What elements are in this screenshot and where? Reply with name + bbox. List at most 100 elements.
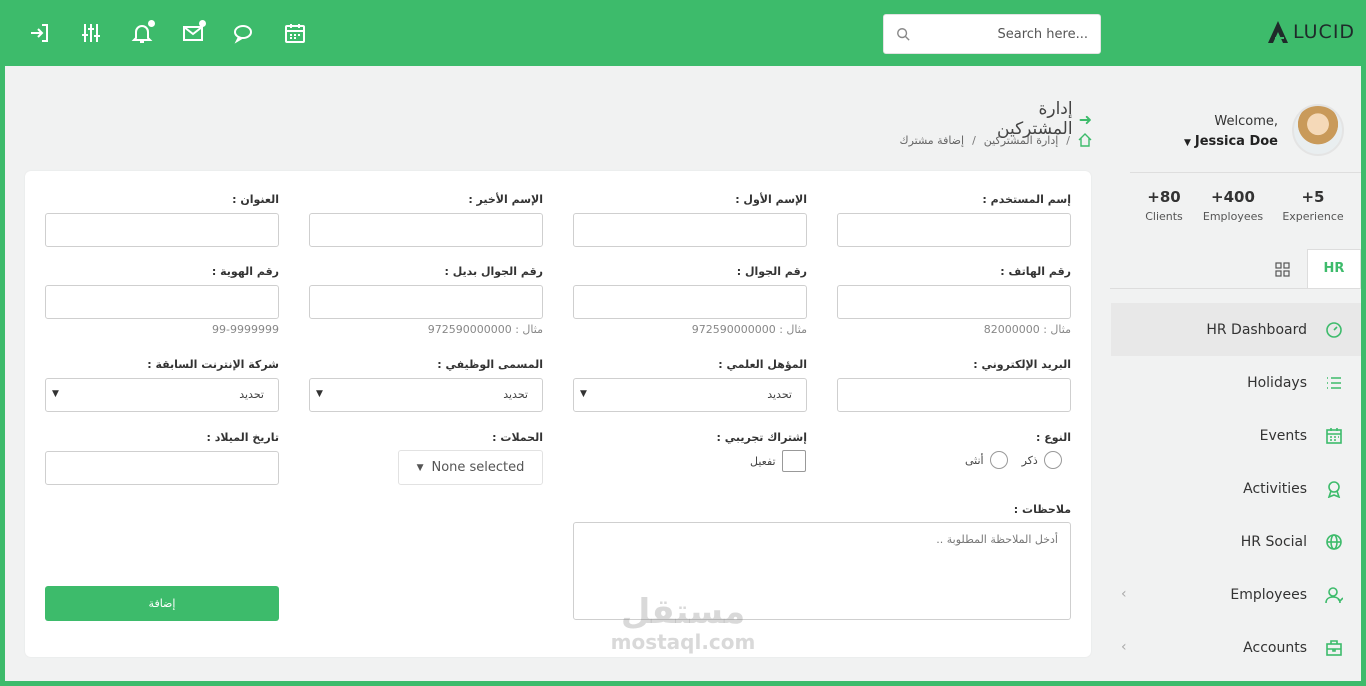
birthdate-label: تاريخ الميلاد : xyxy=(206,431,279,444)
sidebar-item-label: Activities xyxy=(1243,480,1307,497)
dropdown-arrow-icon: ▼ xyxy=(580,389,587,399)
mail-dot xyxy=(199,20,206,27)
sidebar-item-accounts[interactable]: ‹ Accounts xyxy=(1111,621,1361,674)
gender-radio-group: أنثى ذكر xyxy=(965,451,1062,469)
search-input[interactable] xyxy=(884,15,1100,53)
id-number-input[interactable] xyxy=(45,285,279,319)
sidebar-item-label: HR Social xyxy=(1240,533,1307,550)
avatar[interactable] xyxy=(1292,104,1344,156)
username-input[interactable] xyxy=(837,213,1071,247)
alt-mobile-hint: مثال : 972590000000 xyxy=(427,323,543,336)
lastname-field-group: الإسم الأخير : xyxy=(309,193,543,247)
submit-button[interactable]: إضافة xyxy=(45,586,279,621)
sidebar-item-label: Events xyxy=(1259,427,1307,444)
isp-label: شركة الإنترنت السابقة : xyxy=(147,358,279,371)
alt-mobile-label: رقم الجوال بديل : xyxy=(444,265,543,278)
sidebar-item-label: Employees xyxy=(1230,586,1307,603)
id-number-hint: 99-9999999 xyxy=(212,323,279,336)
caret-down-icon: ▼ xyxy=(1183,138,1191,148)
sliders-icon[interactable] xyxy=(77,19,105,47)
user-name-dropdown[interactable]: ▼ Jessica Doe xyxy=(1184,134,1278,149)
search-icon xyxy=(897,28,910,41)
mobile-hint: مثال : 972590000000 xyxy=(691,323,807,336)
watermark-arabic: مستقل xyxy=(620,592,746,632)
stat-label: Experience xyxy=(1282,210,1344,223)
sidebar-tabs: HR xyxy=(1258,249,1361,289)
sidebar-item-activities[interactable]: Activities xyxy=(1111,462,1361,515)
gender-female-label: أنثى xyxy=(965,453,984,467)
job-title-label: المسمى الوظيفي : xyxy=(437,358,543,371)
email-input[interactable] xyxy=(837,378,1071,412)
sidebar-divider xyxy=(1130,172,1361,173)
isp-field-group: شركة الإنترنت السابقة : تحديد ▼ xyxy=(45,358,279,412)
speedometer-icon xyxy=(1325,321,1343,339)
stat-employees: +400 Employees xyxy=(1202,188,1264,223)
list-icon xyxy=(1325,374,1343,392)
birthdate-field-group: تاريخ الميلاد : xyxy=(45,431,279,485)
logo[interactable]: LUCID xyxy=(1267,20,1355,44)
mobile-input[interactable] xyxy=(573,285,807,319)
home-icon[interactable] xyxy=(1078,133,1092,147)
stat-label: Employees xyxy=(1202,210,1264,223)
stat-value: +5 xyxy=(1301,188,1325,206)
tab-hr[interactable]: HR xyxy=(1307,249,1361,289)
address-field-group: العنوان : xyxy=(45,193,279,247)
sidebar-item-events[interactable]: Events xyxy=(1111,409,1361,462)
id-number-field-group: رقم الهوية : 99-9999999 xyxy=(45,265,279,336)
sidebar-menu: HR Dashboard Holidays Events Activities … xyxy=(1111,303,1361,674)
isp-select[interactable]: تحديد ▼ xyxy=(45,378,279,412)
breadcrumb-separator: / xyxy=(972,133,976,147)
qualification-select[interactable]: تحديد ▼ xyxy=(573,378,807,412)
gender-field-group: النوع : xyxy=(837,431,1071,447)
firstname-field-group: الإسم الأول : xyxy=(573,193,807,247)
birthdate-input[interactable] xyxy=(45,451,279,485)
arrow-right-icon: ➜ xyxy=(1078,109,1092,129)
sidebar-item-hr-social[interactable]: HR Social xyxy=(1111,515,1361,568)
mobile-field-group: رقم الجوال : مثال : 972590000000 xyxy=(573,265,807,336)
lastname-input[interactable] xyxy=(309,213,543,247)
sidebar-item-employees[interactable]: ‹ Employees xyxy=(1111,568,1361,621)
alt-mobile-field-group: رقم الجوال بديل : مثال : 972590000000 xyxy=(309,265,543,336)
bell-icon[interactable] xyxy=(128,19,156,47)
address-input[interactable] xyxy=(45,213,279,247)
mail-icon[interactable] xyxy=(179,19,207,47)
trial-label: إشتراك تجريبي : xyxy=(716,431,807,444)
search-box[interactable] xyxy=(883,14,1101,54)
sidebar-item-hr-dashboard[interactable]: HR Dashboard xyxy=(1111,303,1361,356)
dropdown-arrow-icon: ▼ xyxy=(52,389,59,399)
gender-male-radio[interactable] xyxy=(1043,451,1062,469)
gender-female-radio[interactable] xyxy=(989,451,1008,469)
email-field-group: البريد الإلكتروني : xyxy=(837,358,1071,412)
briefcase-icon xyxy=(1325,639,1343,657)
job-title-field-group: المسمى الوظيفي : تحديد ▼ xyxy=(309,358,543,412)
stat-label: Clients xyxy=(1145,210,1183,223)
breadcrumb: إضافة مشترك / إدارة المشتركين / xyxy=(870,131,1092,149)
phone-field-group: رقم الهاتف : مثال : 82000000 xyxy=(837,265,1071,336)
breadcrumb-link[interactable]: إدارة المشتركين xyxy=(984,134,1058,147)
subscriber-form-card: إسم المستخدم : الإسم الأول : الإسم الأخي… xyxy=(25,171,1091,657)
alt-mobile-input[interactable] xyxy=(309,285,543,319)
phone-label: رقم الهاتف : xyxy=(1000,265,1071,278)
users-icon xyxy=(1325,586,1343,604)
select-value: تحديد xyxy=(503,388,528,401)
phone-input[interactable] xyxy=(837,285,1071,319)
calendar-icon[interactable] xyxy=(281,19,309,47)
campaigns-field-group: الحملات : xyxy=(309,431,543,447)
notes-field-group: ملاحظات : xyxy=(837,503,1071,519)
user-profile: Welcome, ▼ Jessica Doe xyxy=(1130,104,1344,160)
campaigns-multiselect[interactable]: ▼ None selected xyxy=(398,450,543,485)
notes-label: ملاحظات : xyxy=(1013,503,1071,516)
sidebar-item-label: Holidays xyxy=(1247,374,1307,391)
job-title-select[interactable]: تحديد ▼ xyxy=(309,378,543,412)
logout-icon[interactable] xyxy=(26,19,54,47)
select-value: تحديد xyxy=(767,388,792,401)
top-icon-group xyxy=(26,19,309,47)
username-label: إسم المستخدم : xyxy=(982,193,1071,206)
tab-grid[interactable] xyxy=(1270,257,1294,281)
trial-checkbox[interactable] xyxy=(781,450,806,472)
sidebar-item-holidays[interactable]: Holidays xyxy=(1111,356,1361,409)
firstname-input[interactable] xyxy=(573,213,807,247)
caret-down-icon: ▼ xyxy=(416,462,424,473)
chat-icon[interactable] xyxy=(230,19,258,47)
globe-icon xyxy=(1325,533,1343,551)
